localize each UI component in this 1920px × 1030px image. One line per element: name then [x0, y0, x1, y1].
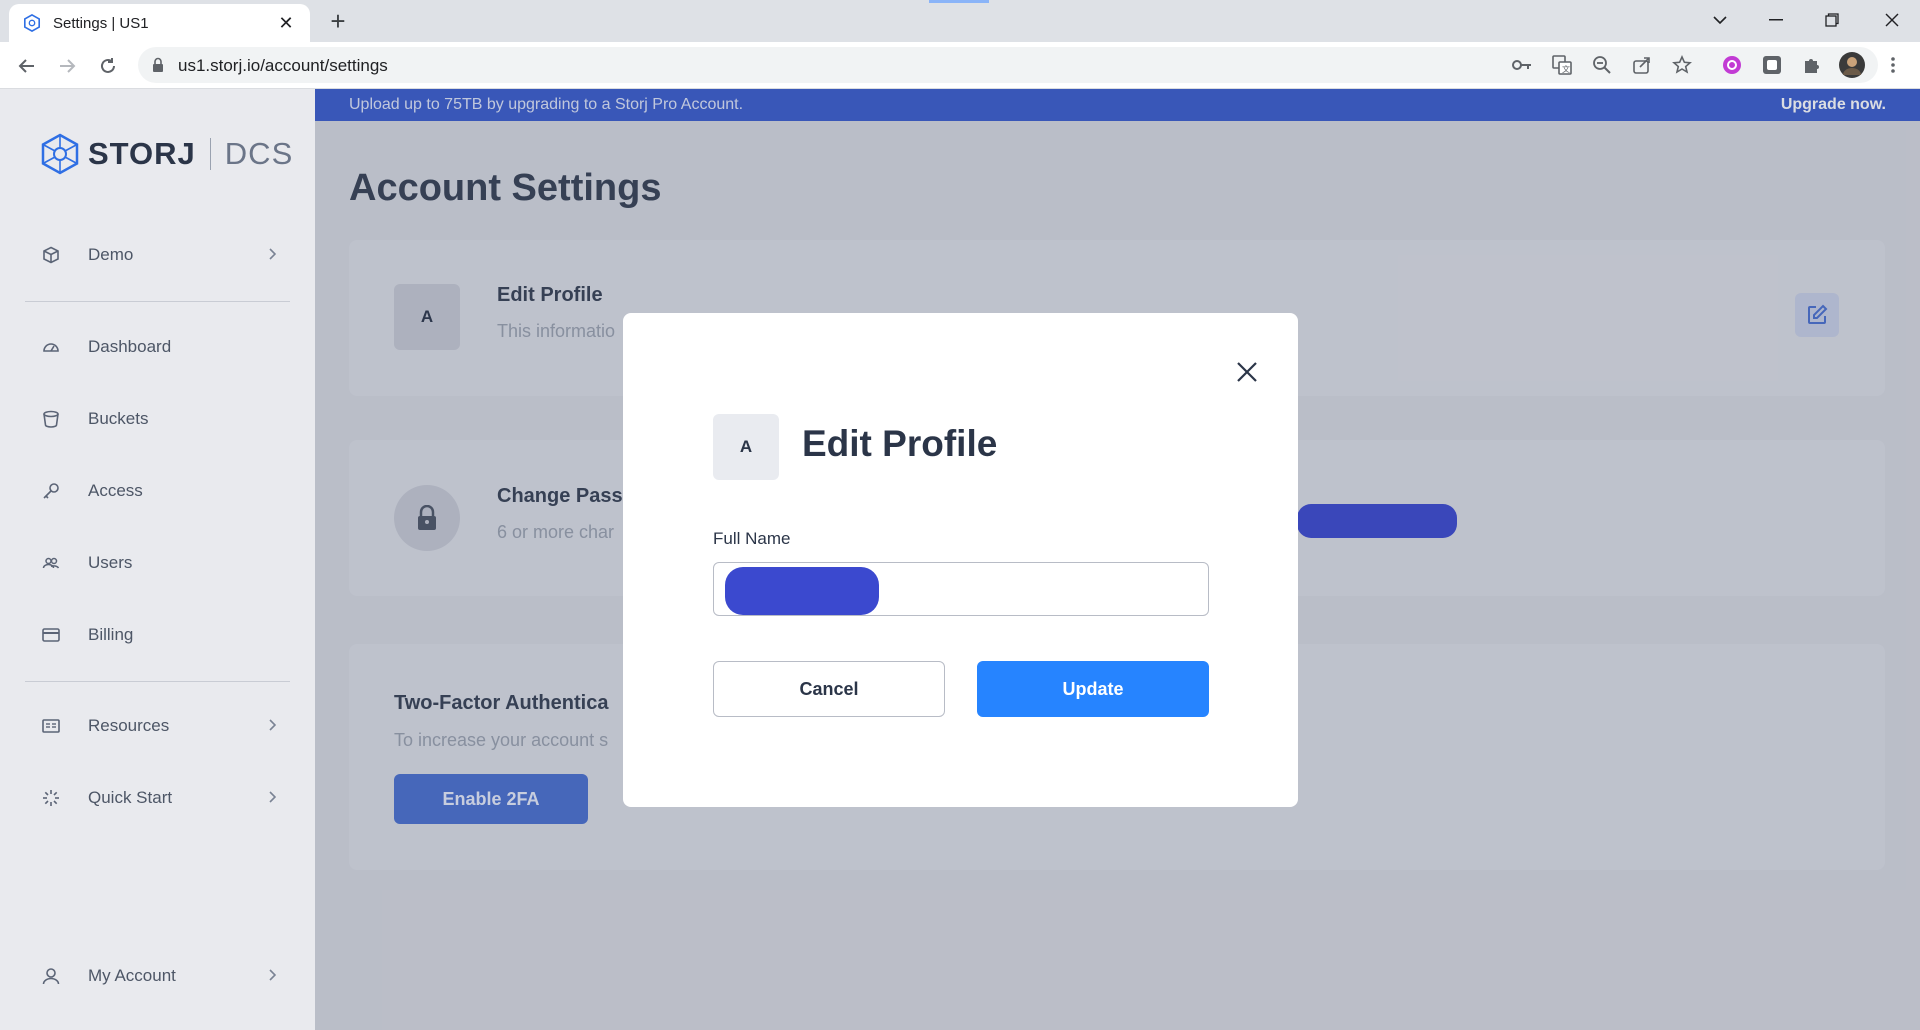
address-bar[interactable]: us1.storj.io/account/settings [138, 47, 1878, 83]
new-tab-button[interactable]: + [325, 8, 351, 34]
lock-icon [153, 57, 163, 72]
key-icon [41, 481, 61, 501]
dashboard-icon [41, 337, 61, 357]
users-icon [41, 553, 61, 573]
tab-close-icon[interactable]: ✕ [276, 13, 296, 34]
avatar: A [713, 414, 779, 480]
sidebar-item-dashboard[interactable]: Dashboard [0, 324, 315, 370]
product-name: DCS [224, 136, 294, 171]
chevron-right-icon [268, 247, 277, 263]
password-key-icon[interactable] [1509, 52, 1535, 78]
svg-text:文: 文 [1562, 64, 1570, 74]
full-name-label: Full Name [713, 529, 791, 548]
back-icon[interactable] [12, 51, 42, 81]
sidebar-item-label: Buckets [88, 409, 149, 428]
sidebar-item-resources[interactable]: Resources [0, 703, 315, 749]
project-label: Demo [88, 245, 134, 264]
sparkle-icon [41, 788, 61, 808]
update-button[interactable]: Update [977, 661, 1209, 717]
chevron-right-icon [268, 790, 277, 806]
resources-icon [41, 716, 61, 736]
zoom-out-icon[interactable] [1589, 52, 1615, 78]
sidebar-item-billing[interactable]: Billing [0, 612, 315, 658]
sidebar-item-quick-start[interactable]: Quick Start [0, 775, 315, 821]
sidebar-item-label: Resources [88, 716, 170, 735]
sidebar-item-label: Access [88, 481, 143, 500]
storj-logo-icon [41, 133, 79, 175]
card-icon [41, 625, 61, 645]
extension-square-icon[interactable] [1759, 52, 1785, 78]
restore-icon[interactable] [1804, 0, 1860, 40]
extensions-puzzle-icon[interactable] [1799, 52, 1825, 78]
edit-profile-modal: A Edit Profile Full Name Cancel Update [623, 313, 1298, 807]
cancel-button[interactable]: Cancel [713, 661, 945, 717]
cube-icon [41, 245, 61, 265]
chevron-right-icon [268, 968, 277, 984]
sidebar-divider [25, 681, 290, 682]
storj-logo[interactable]: STORJ DCS [40, 133, 293, 175]
translate-icon[interactable]: 文 [1549, 52, 1575, 78]
redacted-name [725, 567, 879, 615]
share-icon[interactable] [1629, 52, 1655, 78]
close-icon[interactable] [1235, 360, 1259, 384]
sidebar-divider [25, 301, 290, 302]
sidebar-item-label: My Account [88, 966, 176, 985]
sidebar-item-label: Billing [88, 625, 134, 644]
user-icon [41, 966, 61, 986]
browser-tab[interactable]: Settings | US1 ✕ [9, 4, 310, 42]
bucket-icon [41, 409, 61, 429]
browser-tab-bar: Settings | US1 ✕ + [0, 0, 1920, 42]
tab-title: Settings | US1 [53, 14, 149, 32]
sidebar-item-label: Quick Start [88, 788, 173, 807]
url-text: us1.storj.io/account/settings [178, 56, 388, 75]
close-window-icon[interactable] [1864, 0, 1920, 40]
sidebar-item-buckets[interactable]: Buckets [0, 396, 315, 442]
storj-favicon-icon [23, 14, 41, 32]
browser-toolbar: us1.storj.io/account/settings 文 [0, 42, 1920, 89]
logo-separator [209, 138, 211, 170]
sidebar-item-label: Dashboard [88, 337, 172, 356]
modal-title: Edit Profile [802, 423, 998, 464]
sidebar-item-label: Users [88, 553, 133, 572]
browser-menu-icon[interactable] [1880, 52, 1906, 78]
project-selector[interactable]: Demo [0, 232, 315, 278]
forward-icon[interactable] [52, 51, 82, 81]
reload-icon[interactable] [93, 51, 123, 81]
tab-search-icon[interactable] [1692, 0, 1748, 40]
sidebar-item-access[interactable]: Access [0, 468, 315, 514]
extension-purple-icon[interactable] [1719, 52, 1745, 78]
bookmark-star-icon[interactable] [1669, 52, 1695, 78]
profile-avatar-icon[interactable] [1839, 52, 1865, 78]
minimize-icon[interactable] [1748, 0, 1804, 40]
full-name-input[interactable] [713, 562, 1209, 616]
tab-strip-highlight [929, 0, 989, 3]
sidebar: STORJ DCS Demo Dashboard Buckets Access [0, 89, 315, 1030]
sidebar-item-my-account[interactable]: My Account [0, 953, 315, 999]
sidebar-item-users[interactable]: Users [0, 540, 315, 586]
brand-name: STORJ [88, 136, 196, 171]
chevron-right-icon [268, 718, 277, 734]
